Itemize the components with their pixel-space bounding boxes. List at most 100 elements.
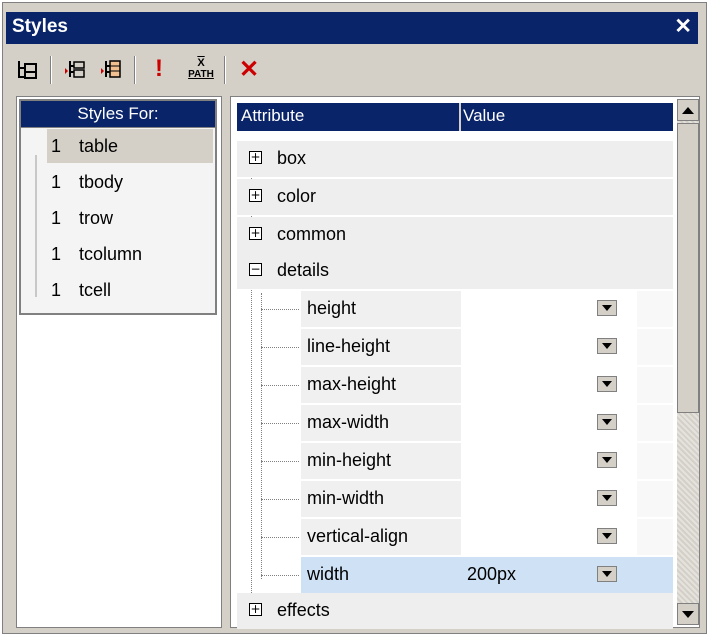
dropdown-arrow-icon[interactable] <box>597 566 617 582</box>
extra-cell <box>637 557 673 593</box>
styles-for-pane: Styles For: 1 table 1 tbody 1 trow 1 tcolumn… <box>16 96 222 628</box>
expand-icon[interactable]: + <box>249 151 262 164</box>
column-header-attribute[interactable]: Attribute <box>241 106 304 126</box>
attribute-row-max-height[interactable]: max-height <box>237 367 673 403</box>
tree-dots <box>261 309 299 310</box>
attribute-row-min-height[interactable]: min-height <box>237 443 673 479</box>
styles-for-item-trow[interactable]: 1 trow <box>51 201 211 235</box>
tree-dots <box>261 385 299 386</box>
tree-dots <box>261 537 299 538</box>
toolbar-separator <box>224 56 226 84</box>
attribute-name: line-height <box>307 336 391 356</box>
group-row-color[interactable]: + color <box>237 179 673 215</box>
item-count: 1 <box>51 136 62 156</box>
title-bar: Styles ✕ <box>6 12 698 44</box>
toolbar: ! X PATH ✕ <box>6 50 698 92</box>
attribute-name: width <box>307 564 350 584</box>
extra-cell <box>637 481 673 517</box>
scroll-up-icon[interactable] <box>677 99 699 121</box>
tree-dots <box>261 347 299 348</box>
delete-icon[interactable]: ✕ <box>234 54 264 84</box>
tree-structure-icon[interactable] <box>12 54 42 84</box>
column-header-value[interactable]: Value <box>463 106 505 126</box>
attribute-row-min-width[interactable]: min-width <box>237 481 673 517</box>
item-count: 1 <box>51 172 62 192</box>
extra-cell <box>637 443 673 479</box>
extra-cell <box>637 519 673 555</box>
dropdown-arrow-icon[interactable] <box>597 452 617 468</box>
attribute-name: min-height <box>307 450 392 470</box>
group-label: effects <box>277 600 330 620</box>
styles-for-list: Styles For: 1 table 1 tbody 1 trow 1 tcolumn… <box>19 99 217 315</box>
tree-connector <box>35 155 38 297</box>
expand-icon[interactable]: + <box>249 603 262 616</box>
attribute-name: min-width <box>307 488 385 508</box>
attributes-pane: Attribute Value + box + color + common −… <box>230 96 700 629</box>
item-name: table <box>79 136 119 156</box>
styles-for-item-tbody[interactable]: 1 tbody <box>51 165 211 199</box>
group-label: box <box>277 148 307 168</box>
attribute-row-height[interactable]: height <box>237 291 673 327</box>
expand-icon[interactable]: + <box>249 227 262 240</box>
styles-for-item-tcolumn[interactable]: 1 tcolumn <box>51 237 211 271</box>
collapse-icon[interactable]: − <box>249 263 262 276</box>
group-label: details <box>277 260 330 280</box>
item-name: tcolumn <box>79 244 143 264</box>
xpath-path-label: PATH <box>188 69 214 80</box>
item-name: tcell <box>79 280 112 300</box>
attribute-row-vertical-align[interactable]: vertical-align <box>237 519 673 555</box>
group-label: common <box>277 224 347 244</box>
item-count: 1 <box>51 208 62 228</box>
item-name: trow <box>79 208 114 228</box>
dropdown-arrow-icon[interactable] <box>597 376 617 392</box>
extra-cell <box>637 291 673 327</box>
tree-dots <box>261 499 299 500</box>
item-count: 1 <box>51 244 62 264</box>
xpath-x-label: X <box>197 57 205 69</box>
pane-splitter[interactable] <box>223 96 229 628</box>
group-row-details[interactable]: − details <box>237 253 673 289</box>
attribute-row-line-height[interactable]: line-height <box>237 329 673 365</box>
important-icon[interactable]: ! <box>144 54 174 84</box>
window-title: Styles <box>12 16 68 37</box>
item-count: 1 <box>51 280 62 300</box>
delete-glyph: ✕ <box>238 55 260 83</box>
dropdown-arrow-icon[interactable] <box>597 338 617 354</box>
attribute-row-width[interactable]: width 200px <box>237 557 673 593</box>
styles-for-header: Styles For: <box>21 101 215 128</box>
scrollbar-thumb[interactable] <box>677 123 699 413</box>
xpath-icon[interactable]: X PATH <box>186 54 216 84</box>
styles-for-item-table[interactable]: 1 table <box>47 129 213 163</box>
append-style-icon[interactable] <box>96 54 126 84</box>
vertical-scrollbar[interactable] <box>677 99 699 625</box>
attribute-name: vertical-align <box>307 526 409 546</box>
styles-for-item-tcell[interactable]: 1 tcell <box>51 273 211 307</box>
expand-icon[interactable]: + <box>249 189 262 202</box>
scroll-down-icon[interactable] <box>677 603 699 625</box>
group-row-common[interactable]: + common <box>237 217 673 253</box>
dropdown-arrow-icon[interactable] <box>597 490 617 506</box>
item-name: tbody <box>79 172 124 192</box>
attribute-name: max-width <box>307 412 390 432</box>
grid-header: Attribute Value <box>237 103 673 131</box>
attribute-value[interactable]: 200px <box>467 564 516 585</box>
attribute-name: max-height <box>307 374 397 394</box>
close-icon[interactable]: ✕ <box>674 16 692 38</box>
attribute-name: height <box>307 298 357 318</box>
insert-style-icon[interactable] <box>60 54 90 84</box>
tree-dots <box>261 575 299 576</box>
extra-cell <box>637 329 673 365</box>
group-label: color <box>277 186 317 206</box>
dropdown-arrow-icon[interactable] <box>597 528 617 544</box>
extra-cell <box>637 367 673 403</box>
attribute-row-max-width[interactable]: max-width <box>237 405 673 441</box>
tree-dots <box>261 461 299 462</box>
important-glyph: ! <box>155 55 163 82</box>
toolbar-separator <box>50 56 52 84</box>
dropdown-arrow-icon[interactable] <box>597 414 617 430</box>
dropdown-arrow-icon[interactable] <box>597 300 617 316</box>
toolbar-separator <box>134 56 136 84</box>
group-row-box[interactable]: + box <box>237 141 673 177</box>
column-divider[interactable] <box>459 103 461 131</box>
group-row-effects[interactable]: + effects <box>237 593 673 629</box>
